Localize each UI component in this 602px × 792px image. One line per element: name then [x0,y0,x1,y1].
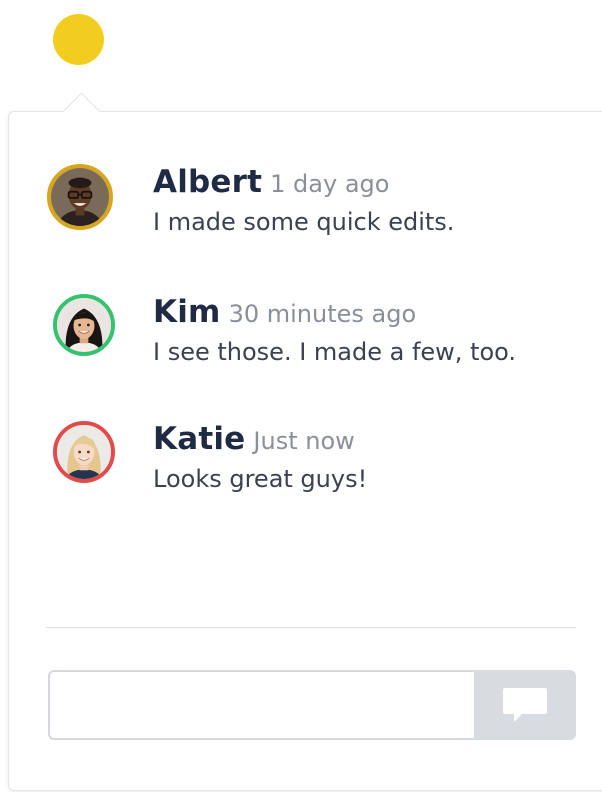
avatar-katie [53,421,115,483]
person-photo-icon [57,425,111,479]
avatar-albert [47,164,113,230]
comment-timestamp: Just now [253,427,355,455]
comment-header: Katie Just now [153,421,355,457]
send-comment-button[interactable] [474,670,576,740]
comment-header: Albert 1 day ago [153,164,389,200]
divider [46,627,576,628]
person-photo-icon [57,298,111,352]
comment-message: Looks great guys! [153,465,368,493]
comment-marker-dot[interactable] [53,14,104,65]
comment-item: Kim 30 minutes ago I see those. I made a … [45,294,585,374]
comments-popover: Albert 1 day ago I made some quick edits. [8,92,602,791]
speech-bubble-icon [503,688,547,722]
avatar-kim [53,294,115,356]
comment-timestamp: 30 minutes ago [228,300,417,328]
comment-thread-view: Albert 1 day ago I made some quick edits. [0,0,602,792]
comment-header: Kim 30 minutes ago [153,294,416,330]
comment-item: Albert 1 day ago I made some quick edits. [45,164,585,244]
comment-message: I see those. I made a few, too. [153,338,517,366]
comment-message: I made some quick edits. [153,208,455,236]
comment-composer [48,670,576,740]
comment-item: Katie Just now Looks great guys! [45,421,585,501]
comment-timestamp: 1 day ago [270,170,390,198]
popover-caret [62,92,101,131]
comment-input[interactable] [48,670,474,740]
comment-author: Albert [153,164,263,200]
comment-author: Kim [153,294,221,330]
comment-author: Katie [153,421,246,457]
person-photo-icon [51,168,109,226]
